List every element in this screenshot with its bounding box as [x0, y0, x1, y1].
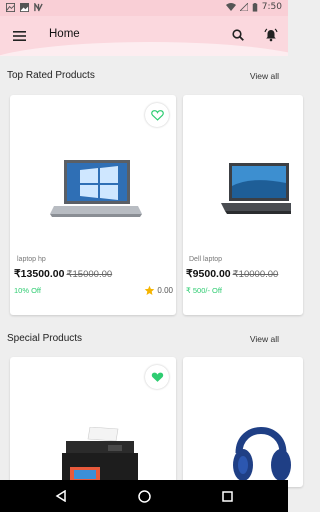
product-image-headphones [233, 427, 291, 481]
back-button[interactable] [50, 486, 72, 506]
back-triangle-icon [55, 490, 66, 502]
star-icon [145, 285, 155, 295]
product-image-laptop [221, 163, 291, 214]
product-card[interactable]: Dell laptop ₹9500.00 ₹10000.00 ₹ 500/- Of… [183, 95, 303, 315]
app-bar: Home [0, 16, 288, 56]
app-notification-icon [34, 3, 43, 12]
heart-outline-icon [150, 110, 164, 121]
product-discount: ₹ 500/- Off [186, 286, 222, 295]
bell-ring-icon [264, 28, 278, 42]
hamburger-menu-icon [12, 31, 26, 41]
product-old-price: ₹15000.00 [66, 269, 113, 280]
top-rated-header: Top Rated Products View all [0, 66, 288, 86]
product-card[interactable] [183, 357, 303, 487]
home-button[interactable] [133, 486, 155, 506]
system-nav-bar [0, 480, 288, 512]
product-rating: 0.00 [144, 285, 173, 296]
product-name: Dell laptop [189, 256, 223, 263]
product-card[interactable] [10, 357, 176, 487]
product-image-printer [62, 427, 138, 485]
notifications-button[interactable] [261, 25, 281, 45]
favorite-button[interactable] [145, 103, 169, 127]
recents-button[interactable] [216, 486, 238, 506]
product-image-laptop [50, 160, 142, 217]
product-price: ₹13500.00 [14, 268, 65, 280]
special-products-header: Special Products View all [0, 329, 288, 349]
product-discount: 10% Off [14, 286, 41, 295]
search-button[interactable] [228, 25, 248, 45]
page-title: Home [49, 28, 80, 40]
product-card[interactable]: laptop hp ₹13500.00 ₹15000.00 10% Off 0.0… [10, 95, 176, 315]
home-circle-icon [137, 489, 151, 503]
product-price-row: ₹9500.00 ₹10000.00 [186, 268, 278, 280]
battery-icon [252, 2, 258, 12]
section-title: Special Products [7, 333, 83, 344]
status-time: 7:50 [261, 2, 282, 12]
rating-value: 0.00 [157, 286, 173, 295]
recents-square-icon [221, 490, 233, 502]
heart-filled-icon [151, 372, 163, 382]
product-price-row: ₹13500.00 ₹15000.00 [14, 268, 112, 280]
product-price: ₹9500.00 [186, 268, 231, 280]
product-old-price: ₹10000.00 [232, 269, 279, 280]
gallery-notification-icon [6, 3, 15, 12]
status-bar: 7:50 [0, 0, 288, 16]
view-all-top-rated-link[interactable]: View all [250, 71, 279, 81]
no-signal-icon [239, 3, 248, 11]
section-title: Top Rated Products [7, 70, 95, 81]
favorite-button[interactable] [145, 365, 169, 389]
view-all-special-link[interactable]: View all [250, 334, 279, 344]
product-name: laptop hp [17, 256, 46, 263]
image-notification-icon [20, 3, 29, 12]
wifi-icon [225, 3, 236, 11]
search-icon [232, 29, 244, 41]
menu-button[interactable] [9, 26, 29, 46]
